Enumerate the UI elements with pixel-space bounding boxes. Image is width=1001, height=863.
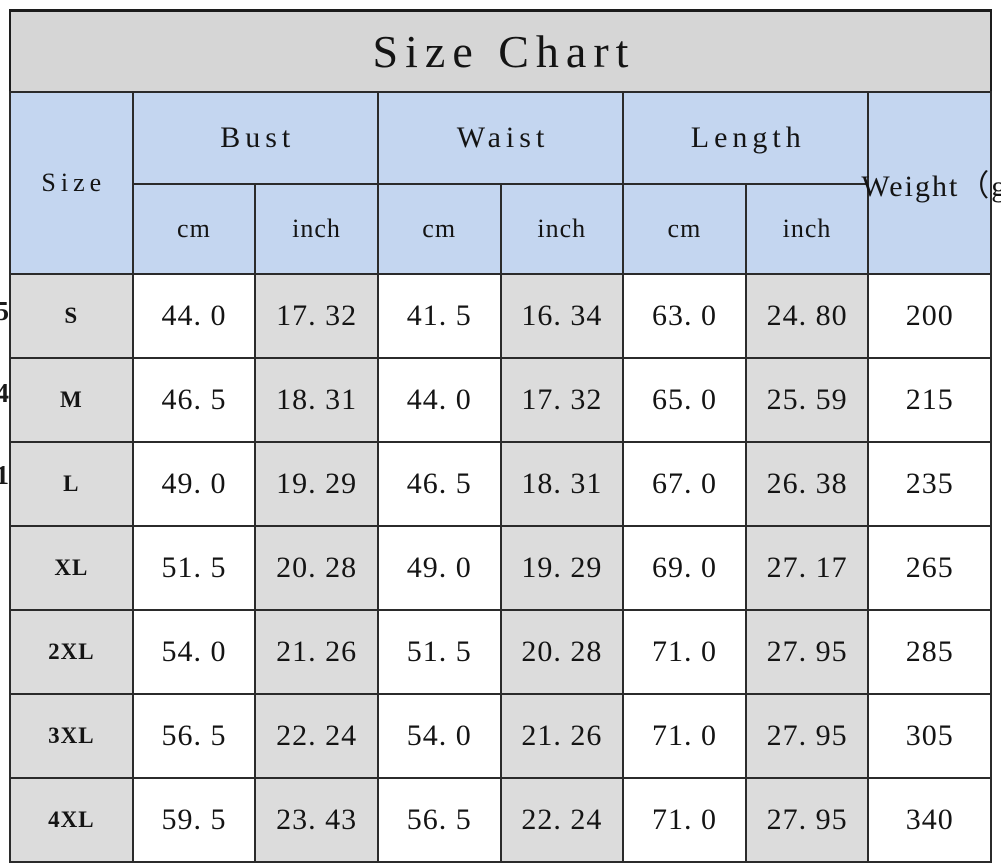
header-unit-length-inch: inch xyxy=(744,183,870,275)
cell-waist-cm: 51. 5 xyxy=(376,609,502,695)
cell-waist-cm: 41. 5 xyxy=(376,273,502,359)
cell-weight: 305 xyxy=(867,693,992,779)
page-title: Size Chart xyxy=(372,26,636,77)
cell-bust-inch: 19. 29 xyxy=(254,441,379,527)
cell-length-inch: 24. 80 xyxy=(744,273,870,359)
cell-bust-inch: 18. 31 xyxy=(254,357,379,443)
cell-waist-inch: 16. 34 xyxy=(499,273,625,359)
table-header: Size Bust Waist Length Weight（g） cm inch… xyxy=(9,91,1001,275)
table-row: XL 51. 5 20. 28 49. 0 19. 29 69. 0 27. 17 265 xyxy=(9,525,992,611)
edge-sliver: 1 xyxy=(0,462,9,489)
cell-waist-cm: 56. 5 xyxy=(376,777,502,863)
header-weight: Weight（g） xyxy=(861,91,1001,275)
cell-bust-inch: 22. 24 xyxy=(254,693,379,779)
cell-weight: 340 xyxy=(867,777,992,863)
table-body: S 44. 0 17. 32 41. 5 16. 34 63. 0 24. 80 200 M 46… xyxy=(9,273,992,863)
cell-bust-cm: 44. 0 xyxy=(131,273,257,359)
header-unit-length-cm: cm xyxy=(622,183,747,275)
table-row: L 49. 0 19. 29 46. 5 18. 31 67. 0 26. 38 235 xyxy=(9,441,992,527)
header-unit-bust-cm: cm xyxy=(131,183,257,275)
cell-size: 4XL xyxy=(9,777,134,863)
table-row: 2XL 54. 0 21. 26 51. 5 20. 28 71. 0 27. 95 285 xyxy=(9,609,992,695)
edge-sliver: 5 xyxy=(0,298,9,325)
cell-waist-inch: 18. 31 xyxy=(499,441,625,527)
cell-length-inch: 27. 95 xyxy=(744,777,870,863)
cell-size: S xyxy=(9,273,134,359)
cell-waist-inch: 17. 32 xyxy=(499,357,625,443)
cell-bust-inch: 17. 32 xyxy=(254,273,379,359)
cell-length-cm: 69. 0 xyxy=(622,525,747,611)
cell-waist-cm: 54. 0 xyxy=(376,693,502,779)
cell-weight: 200 xyxy=(867,273,992,359)
cell-bust-cm: 59. 5 xyxy=(131,777,257,863)
cell-size: 3XL xyxy=(9,693,134,779)
cell-length-cm: 63. 0 xyxy=(622,273,747,359)
header-unit-waist-cm: cm xyxy=(376,183,502,275)
cell-length-cm: 71. 0 xyxy=(622,693,747,779)
cell-weight: 235 xyxy=(867,441,992,527)
table-row: S 44. 0 17. 32 41. 5 16. 34 63. 0 24. 80 200 xyxy=(9,273,992,359)
cell-weight: 215 xyxy=(867,357,992,443)
cell-weight: 285 xyxy=(867,609,992,695)
title-bar: Size Chart xyxy=(9,9,992,91)
cell-size: XL xyxy=(9,525,134,611)
cell-waist-inch: 21. 26 xyxy=(499,693,625,779)
cell-length-inch: 27. 95 xyxy=(744,693,870,779)
header-size: Size xyxy=(9,91,134,275)
cell-bust-cm: 51. 5 xyxy=(131,525,257,611)
cell-bust-cm: 54. 0 xyxy=(131,609,257,695)
cell-waist-cm: 44. 0 xyxy=(376,357,502,443)
header-weight-label: Weight（g） xyxy=(861,170,1001,203)
cell-length-cm: 71. 0 xyxy=(622,609,747,695)
size-chart-page: Size Chart Size Bust Waist Length Weight… xyxy=(0,0,1001,863)
cell-length-cm: 65. 0 xyxy=(622,357,747,443)
cell-length-inch: 25. 59 xyxy=(744,357,870,443)
cell-waist-cm: 46. 5 xyxy=(376,441,502,527)
cell-bust-inch: 20. 28 xyxy=(254,525,379,611)
cell-length-inch: 27. 17 xyxy=(744,525,870,611)
edge-sliver: 4 xyxy=(0,380,9,407)
cell-waist-inch: 22. 24 xyxy=(499,777,625,863)
cell-length-cm: 67. 0 xyxy=(622,441,747,527)
header-group-length: Length xyxy=(622,91,870,185)
cell-size: M xyxy=(9,357,134,443)
header-row-units: cm inch cm inch cm inch xyxy=(10,183,991,275)
cell-length-inch: 26. 38 xyxy=(744,441,870,527)
cell-size: L xyxy=(9,441,134,527)
cell-bust-inch: 23. 43 xyxy=(254,777,379,863)
cell-bust-cm: 56. 5 xyxy=(131,693,257,779)
cell-waist-cm: 49. 0 xyxy=(376,525,502,611)
header-group-waist: Waist xyxy=(376,91,625,185)
table-row: 4XL 59. 5 23. 43 56. 5 22. 24 71. 0 27. 95 340 xyxy=(9,777,992,863)
size-chart-table: Size Bust Waist Length Weight（g） cm inch… xyxy=(9,91,1001,863)
cell-length-inch: 27. 95 xyxy=(744,609,870,695)
header-row-groups: Size Bust Waist Length Weight（g） xyxy=(9,91,1001,275)
cell-weight: 265 xyxy=(867,525,992,611)
edge-sliver-text: 5 xyxy=(0,298,9,325)
header-group-bust: Bust xyxy=(131,91,379,185)
table-row: M 46. 5 18. 31 44. 0 17. 32 65. 0 25. 59 215 xyxy=(9,357,992,443)
cell-bust-cm: 46. 5 xyxy=(131,357,257,443)
header-unit-bust-inch: inch xyxy=(254,183,379,275)
cell-waist-inch: 20. 28 xyxy=(499,609,625,695)
table-row: 3XL 56. 5 22. 24 54. 0 21. 26 71. 0 27. 95 305 xyxy=(9,693,992,779)
cell-waist-inch: 19. 29 xyxy=(499,525,625,611)
edge-sliver-text: 1 xyxy=(0,462,9,489)
header-unit-waist-inch: inch xyxy=(499,183,625,275)
cell-bust-inch: 21. 26 xyxy=(254,609,379,695)
cell-length-cm: 71. 0 xyxy=(622,777,747,863)
edge-sliver-text: 4 xyxy=(0,380,9,407)
cell-bust-cm: 49. 0 xyxy=(131,441,257,527)
cell-size: 2XL xyxy=(9,609,134,695)
